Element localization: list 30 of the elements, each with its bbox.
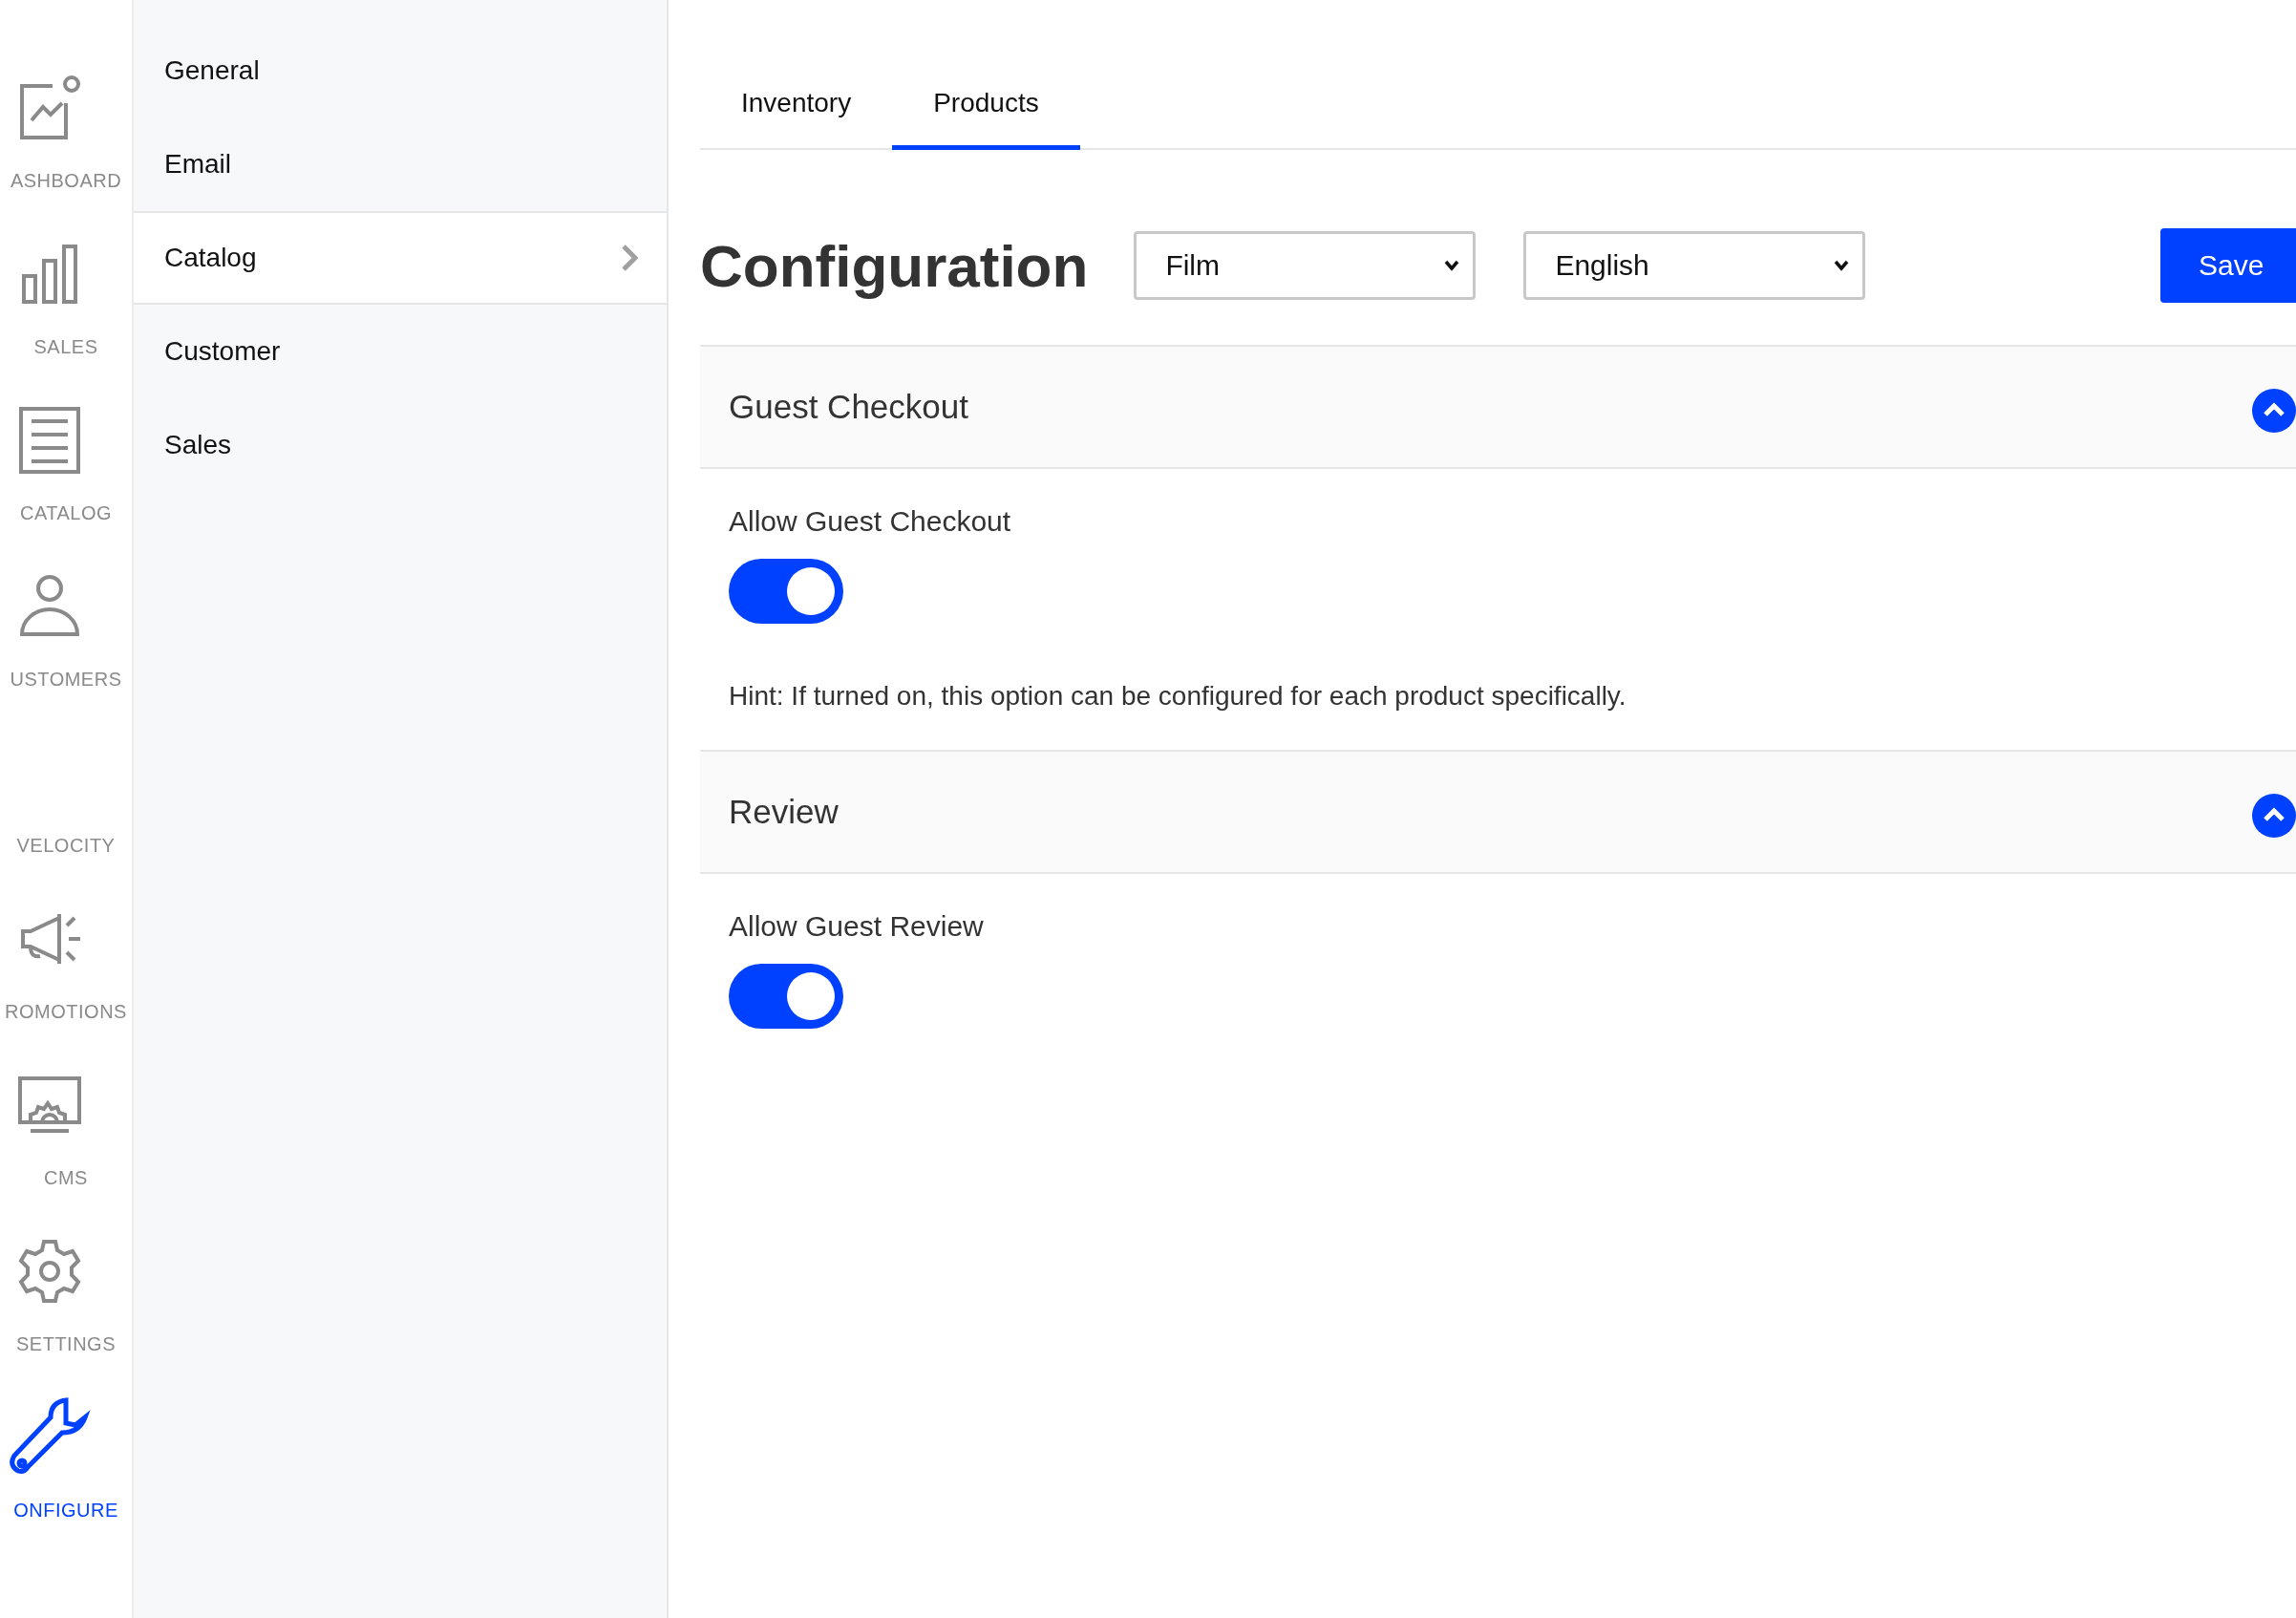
chevron-down-icon (1444, 260, 1460, 271)
chart-icon[interactable] (18, 75, 81, 141)
sidebar-item[interactable]: General (134, 24, 667, 117)
collapse-icon[interactable] (2252, 389, 2296, 433)
hint-text: Hint: If turned on, this option can be configured for each product specifically. (729, 681, 1626, 712)
tab[interactable]: Inventory (700, 67, 893, 150)
settings-icon[interactable] (17, 1239, 82, 1304)
section-title: Guest Checkout (729, 388, 968, 426)
channel-select[interactable]: Film (1134, 231, 1477, 300)
section-title: Review (729, 793, 839, 831)
monitor-icon[interactable] (17, 1075, 82, 1135)
tab[interactable]: Products (892, 67, 1080, 150)
save-button[interactable]: Save (2160, 228, 2296, 303)
chevron-right-icon (621, 244, 638, 272)
document-icon[interactable] (18, 406, 81, 475)
sidebar-item[interactable]: Catalog (134, 211, 667, 305)
collapse-icon[interactable] (2252, 794, 2296, 838)
locale-select[interactable]: English (1523, 231, 1866, 300)
nav-label[interactable]: ONFIGURE (13, 1500, 118, 1522)
page-title: Configuration (700, 231, 1089, 300)
chevron-down-icon (1834, 260, 1850, 271)
bar-chart-icon[interactable] (20, 244, 79, 305)
sidebar-item[interactable]: Customer (134, 305, 667, 398)
section-header[interactable]: Review (700, 750, 2296, 874)
section-header[interactable]: Guest Checkout (700, 345, 2296, 469)
sidebar-item[interactable]: Sales (134, 398, 667, 492)
field-label: Allow Guest Review (729, 910, 984, 943)
field-label: Allow Guest Checkout (729, 505, 1011, 538)
sidebar-item[interactable]: Email (134, 117, 667, 211)
person-icon[interactable] (19, 575, 80, 638)
